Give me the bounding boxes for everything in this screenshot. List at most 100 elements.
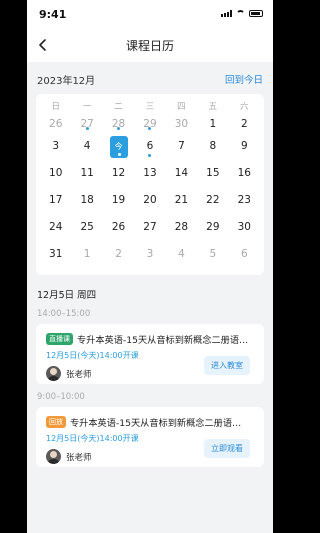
day-number: 1 bbox=[209, 118, 217, 130]
calendar-day[interactable]: 6 bbox=[134, 134, 165, 161]
calendar-day[interactable]: 12 bbox=[103, 161, 134, 188]
course-dot-indicator bbox=[85, 127, 89, 130]
calendar-day[interactable]: 1 bbox=[197, 112, 228, 134]
course-card[interactable]: 直播课 专升本英语-15天从音标到新概念二册语… 12月5日(今天)14:00开课张… bbox=[36, 324, 264, 384]
calendar-day[interactable]: 7 bbox=[166, 134, 197, 161]
calendar-day[interactable]: 21 bbox=[166, 188, 197, 215]
calendar-day[interactable]: 4 bbox=[166, 242, 197, 269]
day-number: 7 bbox=[178, 140, 185, 152]
calendar-day[interactable]: 15 bbox=[197, 161, 228, 188]
day-number: 24 bbox=[49, 221, 63, 233]
back-to-today-button[interactable]: 回到今日 bbox=[225, 72, 263, 86]
calendar-day[interactable]: 2 bbox=[103, 242, 134, 269]
session-list: 14:00–15:00 直播课 专升本英语-15天从音标到新概念二册语… 12月5日(… bbox=[27, 309, 273, 467]
calendar-day[interactable]: 23 bbox=[229, 188, 260, 215]
day-number: 4 bbox=[178, 248, 185, 260]
calendar-day[interactable]: 4 bbox=[71, 134, 102, 161]
day-number: 21 bbox=[174, 194, 189, 206]
calendar-day[interactable]: 20 bbox=[134, 188, 165, 215]
course-title: 专升本英语-15天从音标到新概念二册语… bbox=[77, 335, 249, 346]
back-arrow-icon[interactable] bbox=[35, 37, 51, 53]
day-number: 3 bbox=[146, 248, 154, 260]
day-number: 13 bbox=[143, 167, 157, 179]
weekday-label: 四 bbox=[177, 102, 186, 112]
calendar-day[interactable]: 28 bbox=[166, 215, 197, 242]
calendar-grid: 26 27 28 29 30 1 2 3 4 今 6 7 8 9 10 11 12 13 14 15 16 17 18 19 2… bbox=[40, 112, 260, 269]
calendar-day[interactable]: 26 bbox=[103, 215, 134, 242]
teacher-avatar bbox=[46, 366, 61, 381]
calendar-day[interactable]: 13 bbox=[134, 161, 165, 188]
calendar-day[interactable]: 3 bbox=[134, 242, 165, 269]
day-number: 1 bbox=[83, 248, 91, 260]
calendar-day[interactable]: 1 bbox=[71, 242, 102, 269]
day-number: 19 bbox=[111, 194, 126, 206]
enter-classroom-button[interactable]: 进入教室 bbox=[204, 356, 250, 375]
calendar-day[interactable]: 14 bbox=[166, 161, 197, 188]
calendar-day-selected[interactable]: 今 bbox=[103, 134, 134, 161]
day-number: 8 bbox=[209, 140, 217, 152]
day-number: 26 bbox=[111, 221, 126, 233]
selected-date-heading: 12月5日 周四 bbox=[37, 290, 97, 301]
calendar-day[interactable]: 25 bbox=[71, 215, 102, 242]
weekday-label: 二 bbox=[114, 102, 123, 112]
course-card[interactable]: 回放 专升本英语-15天从音标到新概念二册语… 12月5日(今天)14:00开课 张老… bbox=[36, 407, 264, 467]
calendar-day[interactable]: 16 bbox=[229, 161, 260, 188]
course-title: 专升本英语-15天从音标到新概念二册语… bbox=[70, 418, 242, 429]
day-number: 16 bbox=[237, 167, 251, 179]
day-number: 4 bbox=[83, 140, 91, 152]
nav-bar: 课程日历 bbox=[27, 28, 273, 62]
calendar-day[interactable]: 19 bbox=[103, 188, 134, 215]
month-label: 2023年12月 bbox=[37, 75, 96, 87]
day-number: 今 bbox=[114, 142, 123, 151]
day-number: 26 bbox=[49, 118, 63, 130]
calendar-day[interactable]: 3 bbox=[40, 134, 71, 161]
calendar-day[interactable]: 17 bbox=[40, 188, 71, 215]
day-number: 6 bbox=[146, 140, 154, 152]
calendar-day[interactable]: 31 bbox=[40, 242, 71, 269]
phone-screen: 9:41 课程日历 2023年12月 回到今日 日一二三四五六 26 27 28 29… bbox=[27, 0, 273, 533]
course-dot-indicator bbox=[148, 154, 152, 157]
day-number: 27 bbox=[143, 221, 157, 233]
day-number: 15 bbox=[206, 167, 220, 179]
day-number: 6 bbox=[240, 248, 248, 260]
teacher-avatar bbox=[46, 449, 61, 464]
calendar-day[interactable]: 2 bbox=[229, 112, 260, 134]
day-number: 5 bbox=[209, 248, 217, 260]
calendar-day[interactable]: 18 bbox=[71, 188, 102, 215]
signal-icon bbox=[221, 10, 232, 17]
calendar-day[interactable]: 26 bbox=[40, 112, 71, 134]
day-number: 28 bbox=[174, 221, 189, 233]
calendar-day[interactable]: 24 bbox=[40, 215, 71, 242]
calendar-day[interactable]: 30 bbox=[229, 215, 260, 242]
system-icons bbox=[221, 10, 263, 17]
course-title-row: 直播课 专升本英语-15天从音标到新概念二册语… bbox=[46, 332, 254, 346]
calendar-day[interactable]: 27 bbox=[134, 215, 165, 242]
watch-now-button[interactable]: 立即观看 bbox=[204, 439, 250, 458]
day-number: 2 bbox=[240, 118, 248, 130]
calendar-day[interactable]: 6 bbox=[229, 242, 260, 269]
calendar-day[interactable]: 9 bbox=[229, 134, 260, 161]
time-slot-label: 14:00–15:00 bbox=[37, 309, 91, 319]
weekday-header: 日一二三四五六 bbox=[40, 100, 260, 112]
calendar-day[interactable]: 5 bbox=[197, 242, 228, 269]
day-number: 2 bbox=[115, 248, 122, 260]
course-title-row: 回放 专升本英语-15天从音标到新概念二册语… bbox=[46, 415, 254, 429]
day-number: 30 bbox=[174, 118, 189, 130]
calendar-day[interactable]: 27 bbox=[71, 112, 102, 134]
wifi-icon bbox=[236, 10, 245, 17]
calendar-day[interactable]: 22 bbox=[197, 188, 228, 215]
day-number: 18 bbox=[80, 194, 94, 206]
page-title: 课程日历 bbox=[125, 38, 174, 53]
calendar-day[interactable]: 11 bbox=[71, 161, 102, 188]
day-number: 9 bbox=[240, 140, 248, 152]
course-type-badge: 直播课 bbox=[46, 333, 73, 345]
calendar-day[interactable]: 30 bbox=[166, 112, 197, 134]
calendar-day[interactable]: 10 bbox=[40, 161, 71, 188]
course-type-badge: 回放 bbox=[46, 416, 66, 428]
month-row: 2023年12月 回到今日 bbox=[27, 66, 273, 92]
calendar-day[interactable]: 29 bbox=[197, 215, 228, 242]
calendar-day[interactable]: 28 bbox=[103, 112, 134, 134]
day-number: 11 bbox=[80, 167, 94, 179]
calendar-day[interactable]: 8 bbox=[197, 134, 228, 161]
calendar-day[interactable]: 29 bbox=[134, 112, 165, 134]
